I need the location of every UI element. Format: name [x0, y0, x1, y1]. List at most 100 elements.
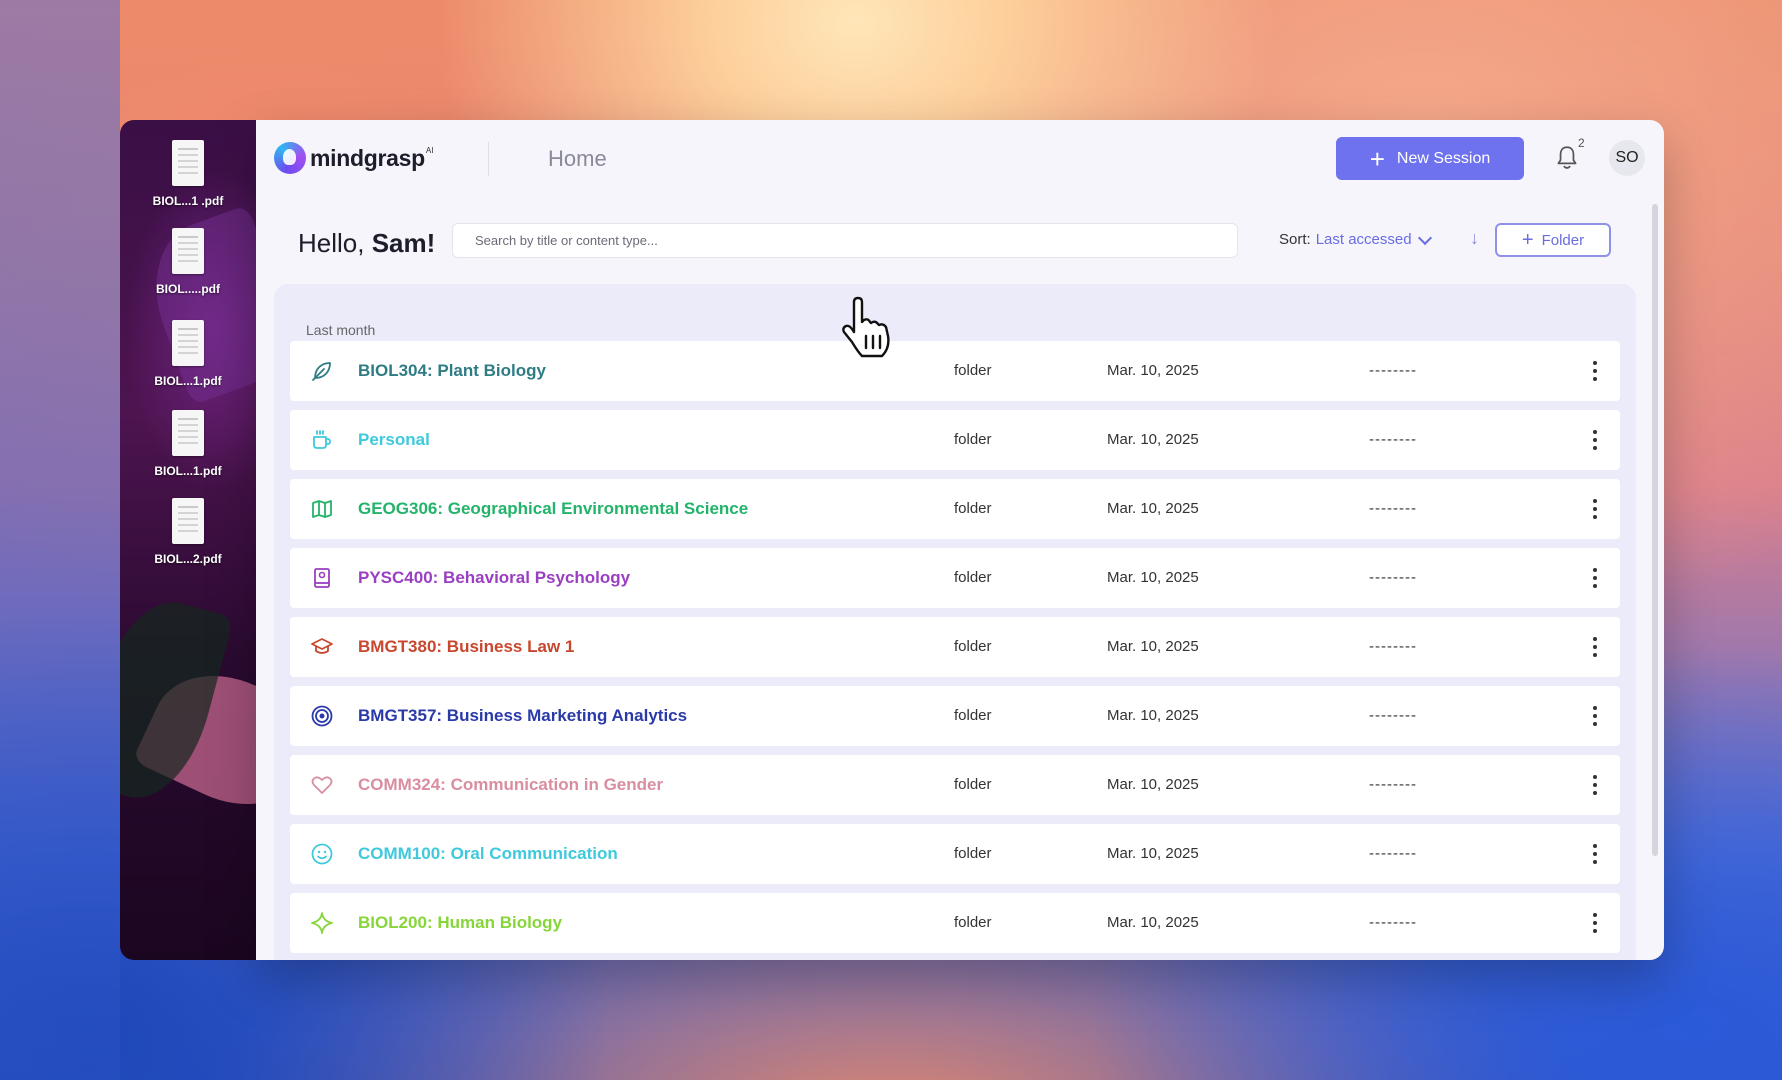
row-extra: -------- [1369, 500, 1417, 517]
add-folder-button[interactable]: + Folder [1495, 223, 1611, 257]
desktop-file-name: BIOL...1.pdf [154, 464, 222, 478]
row-title: COMM100: Oral Communication [358, 844, 618, 863]
desktop-file-name: BIOL...2.pdf [154, 552, 222, 566]
row-title: Personal [358, 430, 430, 449]
row-title: BIOL200: Human Biology [358, 913, 563, 932]
plus-icon: + [1369, 143, 1385, 174]
desktop-file[interactable]: BIOL.....pdf [120, 228, 256, 296]
row-type: folder [954, 638, 992, 655]
row-type: folder [954, 362, 992, 379]
folder-button-label: Folder [1541, 231, 1585, 249]
row-date: Mar. 10, 2025 [1107, 776, 1199, 793]
plus-icon: + [1521, 229, 1534, 251]
row-extra: -------- [1369, 914, 1417, 931]
list-item[interactable]: BIOL304: Plant Biology folder Mar. 10, 2… [290, 341, 1620, 401]
list-item[interactable]: COMM324: Communication in Gender folder … [290, 755, 1620, 815]
row-date: Mar. 10, 2025 [1107, 569, 1199, 586]
more-options-icon[interactable] [1586, 428, 1604, 452]
row-type: folder [954, 776, 992, 793]
row-title: BIOL304: Plant Biology [358, 361, 546, 380]
search-input[interactable] [452, 223, 1238, 258]
row-date: Mar. 10, 2025 [1107, 431, 1199, 448]
notification-bell-icon[interactable] [1554, 144, 1580, 172]
more-options-icon[interactable] [1586, 773, 1604, 797]
list-item[interactable]: GEOG306: Geographical Environmental Scie… [290, 479, 1620, 539]
desktop-file[interactable]: BIOL...1 .pdf [120, 140, 256, 208]
more-options-icon[interactable] [1586, 359, 1604, 383]
coffee-cup-icon [313, 430, 331, 449]
pdf-file-icon [172, 410, 204, 456]
graduation-cap-icon [311, 638, 333, 654]
desktop-file[interactable]: BIOL...1.pdf [120, 320, 256, 388]
row-extra: -------- [1369, 707, 1417, 724]
row-type: folder [954, 431, 992, 448]
logo-text: mindgrasp [310, 144, 425, 171]
page-title: Home [548, 146, 607, 171]
sort-dropdown[interactable]: Sort: Last accessed [1279, 230, 1432, 248]
more-options-icon[interactable] [1586, 911, 1604, 935]
app-logo[interactable]: mindgrasp AI [274, 142, 433, 174]
top-bar: mindgrasp AI Home + New Session 2 SO [256, 120, 1664, 196]
arrow-down-icon[interactable]: ↓ [1470, 228, 1479, 249]
row-title: COMM324: Communication in Gender [358, 775, 664, 794]
row-date: Mar. 10, 2025 [1107, 707, 1199, 724]
smiley-icon [311, 843, 333, 865]
row-date: Mar. 10, 2025 [1107, 500, 1199, 517]
desktop-file-name: BIOL...1.pdf [154, 374, 222, 388]
list-item[interactable]: Personal folder Mar. 10, 2025 -------- [290, 410, 1620, 470]
more-options-icon[interactable] [1586, 635, 1604, 659]
row-title: PYSC400: Behavioral Psychology [358, 568, 631, 587]
more-options-icon[interactable] [1586, 842, 1604, 866]
greeting: Hello, Sam! [298, 228, 435, 259]
hand-pointer-cursor-icon [842, 296, 890, 358]
new-session-label: New Session [1396, 149, 1491, 167]
sort-label: Sort: [1279, 231, 1311, 248]
more-options-icon[interactable] [1586, 566, 1604, 590]
desktop-file-name: BIOL.....pdf [156, 282, 220, 296]
row-date: Mar. 10, 2025 [1107, 914, 1199, 931]
target-icon [311, 705, 333, 727]
list-item[interactable]: COMM100: Oral Communication folder Mar. … [290, 824, 1620, 884]
book-icon [314, 568, 330, 588]
map-icon [312, 500, 332, 518]
list-item[interactable]: BIOL200: Human Biology folder Mar. 10, 2… [290, 893, 1620, 953]
row-type: folder [954, 569, 992, 586]
pdf-file-icon [172, 228, 204, 274]
notification-count: 2 [1578, 136, 1585, 150]
header-divider [488, 142, 489, 176]
list-item[interactable]: BMGT380: Business Law 1 folder Mar. 10, … [290, 617, 1620, 677]
leaf-icon [312, 362, 331, 381]
brain-logo-icon [274, 142, 306, 174]
more-options-icon[interactable] [1586, 497, 1604, 521]
list-item[interactable]: BMGT357: Business Marketing Analytics fo… [290, 686, 1620, 746]
row-title: BMGT357: Business Marketing Analytics [358, 706, 688, 725]
desktop-file[interactable]: BIOL...2.pdf [120, 498, 256, 566]
row-extra: -------- [1369, 638, 1417, 655]
user-avatar[interactable]: SO [1609, 140, 1645, 176]
sparkle-icon [311, 912, 333, 934]
row-type: folder [954, 500, 992, 517]
list-item[interactable]: PYSC400: Behavioral Psychology folder Ma… [290, 548, 1620, 608]
row-date: Mar. 10, 2025 [1107, 638, 1199, 655]
app-window: mindgrasp AI Home + New Session 2 SO Hel… [256, 120, 1664, 960]
session-list-panel: Last month BIOL304: Plant Biology folder… [274, 284, 1636, 960]
chevron-down-icon [1417, 230, 1432, 245]
pdf-file-icon [172, 498, 204, 544]
desktop-file[interactable]: BIOL...1.pdf [120, 410, 256, 478]
desktop-file-panel: BIOL...1 .pdf BIOL.....pdf BIOL...1.pdf … [120, 120, 256, 960]
row-type: folder [954, 845, 992, 862]
row-extra: -------- [1369, 776, 1417, 793]
pdf-file-icon [172, 320, 204, 366]
pdf-file-icon [172, 140, 204, 186]
row-title: BMGT380: Business Law 1 [358, 637, 575, 656]
row-title: GEOG306: Geographical Environmental Scie… [358, 499, 749, 518]
new-session-button[interactable]: + New Session [1336, 137, 1524, 180]
row-extra: -------- [1369, 431, 1417, 448]
more-options-icon[interactable] [1586, 704, 1604, 728]
section-label: Last month [306, 322, 376, 338]
logo-superscript: AI [425, 146, 434, 155]
row-extra: -------- [1369, 569, 1417, 586]
greeting-name: Sam! [371, 228, 436, 258]
scrollbar[interactable] [1652, 204, 1658, 856]
greeting-prefix: Hello, [298, 228, 372, 258]
